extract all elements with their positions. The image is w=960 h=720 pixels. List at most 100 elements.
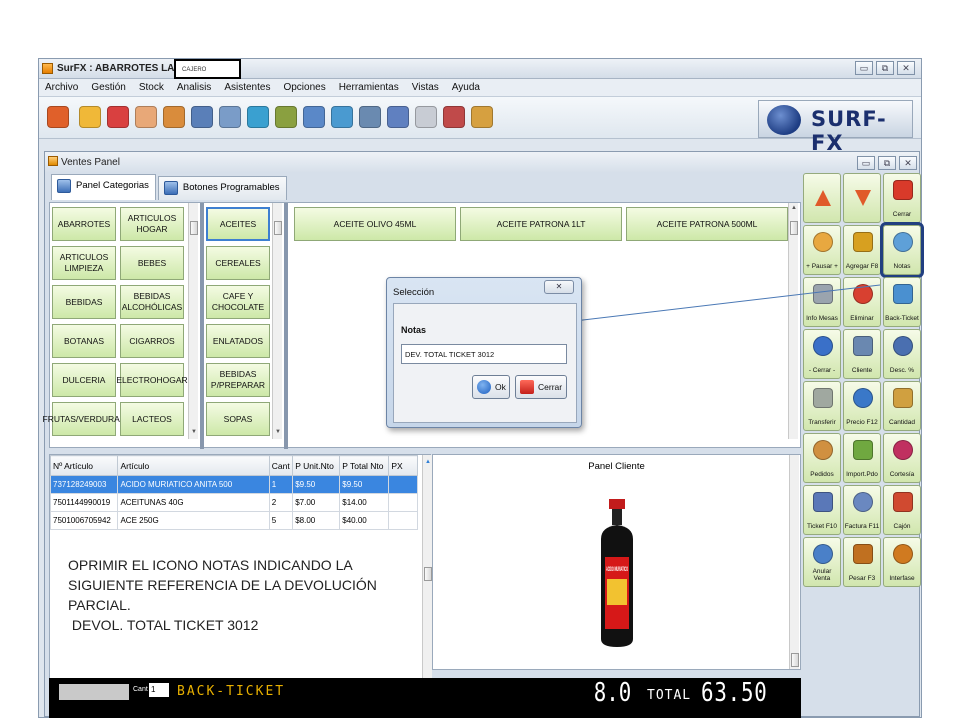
cant-input[interactable]: 1	[149, 683, 169, 697]
product-button[interactable]: ACEITE OLIVO 45ML	[294, 207, 456, 241]
close-window-button[interactable]: ✕	[897, 61, 915, 75]
subcategory-button[interactable]: BEBIDAS P/PREPARAR	[206, 363, 270, 397]
col-p-unit[interactable]: P Unit.Nto	[292, 455, 341, 476]
tab-panel-categorias[interactable]: Panel Categorias	[51, 174, 156, 200]
ventes-minimize-button[interactable]: ▭	[857, 156, 875, 170]
notas-input[interactable]: DEV. TOTAL TICKET 3012	[401, 344, 567, 364]
table-row[interactable]: 7501144990019 ACEITUNAS 40G 2 $7.00 $14.00	[49, 493, 418, 512]
anular-venta-button[interactable]: Anular Venta	[803, 537, 841, 587]
subcategory-button[interactable]: ACEITES	[206, 207, 270, 241]
category-button[interactable]: BEBIDAS ALCOHÓLICAS	[120, 285, 184, 319]
cerrar-button[interactable]: Cerrar	[883, 173, 921, 223]
subcategory-button[interactable]: ENLATADOS	[206, 324, 270, 358]
category-button[interactable]: FRUTAS/VERDURAS	[43, 402, 125, 436]
eliminar-button[interactable]: Eliminar	[843, 277, 881, 327]
cliente-button[interactable]: Cliente	[843, 329, 881, 379]
category-button[interactable]: LACTEOS	[120, 402, 184, 436]
scroll-thumb[interactable]	[790, 221, 798, 235]
ventes-maximize-button[interactable]: ⧉	[878, 156, 896, 170]
menu-vistas[interactable]: Vistas	[406, 79, 446, 96]
table-row[interactable]: 737128249003 ACIDO MURIATICO ANITA 500 1 $9…	[49, 475, 418, 494]
scroll-down-arrow-icon[interactable]: ▼	[274, 429, 282, 435]
transfer-icon[interactable]	[247, 106, 269, 128]
precio-f12-button[interactable]: Precio F12	[843, 381, 881, 431]
cantidad-button[interactable]: Cantidad	[883, 381, 921, 431]
scroll-down-arrow-icon[interactable]: ▼	[190, 429, 198, 435]
ticket-f10-button[interactable]: Ticket F10	[803, 485, 841, 535]
product-button[interactable]: ACEITE PATRONA 500ML	[626, 207, 788, 241]
edit-icon[interactable]	[79, 106, 101, 128]
menu-analisis[interactable]: Analisis	[171, 79, 218, 96]
menu-opciones[interactable]: Opciones	[277, 79, 332, 96]
arrow-down-button[interactable]	[843, 173, 881, 223]
category-button[interactable]: CIGARROS	[120, 324, 184, 358]
pesar-f3-button[interactable]: Pesar F3	[843, 537, 881, 587]
category-button[interactable]: ABARROTES	[52, 207, 116, 241]
menu-stock[interactable]: Stock	[133, 79, 171, 96]
tab-botones-programables[interactable]: Botones Programables	[157, 176, 287, 200]
category-button[interactable]: BEBIDAS	[52, 285, 116, 319]
import-pdo-button[interactable]: Import.Pdo	[843, 433, 881, 483]
calendar-icon[interactable]	[387, 106, 409, 128]
subcategory-button[interactable]: CAFE Y CHOCOLATE	[206, 285, 270, 319]
tools-icon[interactable]	[443, 106, 465, 128]
category-button[interactable]: ELECTROHOGAR	[116, 363, 188, 397]
scroll-up-arrow-icon[interactable]: ▲	[424, 459, 432, 465]
caj-n-button[interactable]: Cajón	[883, 485, 921, 535]
subcategory-button[interactable]: SOPAS	[206, 402, 270, 436]
dialog-close-button[interactable]: ✕	[544, 280, 574, 294]
cerrar-button[interactable]: - Cerrar -	[803, 329, 841, 379]
menu-gestion[interactable]: Gestión	[85, 79, 132, 96]
menu-ayuda[interactable]: Ayuda	[446, 79, 487, 96]
tag-icon[interactable]	[331, 106, 353, 128]
subcategories-scrollbar[interactable]: ▼	[272, 203, 282, 439]
desc-button[interactable]: Desc. %	[883, 329, 921, 379]
subcategory-button[interactable]: CEREALES	[206, 246, 270, 280]
category-button[interactable]: BOTANAS	[52, 324, 116, 358]
product-button[interactable]: ACEITE PATRONA 1LT	[460, 207, 622, 241]
transferir-button[interactable]: Transferir	[803, 381, 841, 431]
col-cant[interactable]: Cant	[268, 455, 294, 476]
bottle-icon[interactable]	[303, 106, 325, 128]
pausar-button[interactable]: + Pausar +	[803, 225, 841, 275]
ok-button[interactable]: Ok	[472, 375, 510, 399]
category-button[interactable]: DULCERIA	[52, 363, 116, 397]
user-icon[interactable]	[135, 106, 157, 128]
calculator-icon[interactable]	[359, 106, 381, 128]
printer-icon[interactable]	[219, 106, 241, 128]
ventes-close-button[interactable]: ✕	[899, 156, 917, 170]
maximize-button[interactable]: ⧉	[876, 61, 894, 75]
scroll-thumb[interactable]	[190, 221, 198, 235]
scroll-up-arrow-icon[interactable]: ▲	[790, 205, 798, 211]
back-ticket-button[interactable]: Back-Ticket	[883, 277, 921, 327]
refresh-icon[interactable]	[275, 106, 297, 128]
scroll-thumb[interactable]	[791, 653, 799, 667]
clock-icon[interactable]	[471, 106, 493, 128]
col-articulo[interactable]: Artículo	[117, 455, 270, 476]
factura-f11-button[interactable]: Factura F11	[843, 485, 881, 535]
notas-button[interactable]: Notas	[880, 222, 924, 278]
scroll-thumb[interactable]	[274, 221, 282, 235]
cookie-icon[interactable]	[163, 106, 185, 128]
col-num-articulo[interactable]: Nº Artículo	[49, 455, 119, 476]
cerrar-button[interactable]: Cerrar	[515, 375, 567, 399]
cashier-field[interactable]: CAJERO	[174, 59, 241, 79]
interfase-button[interactable]: Interfase	[883, 537, 921, 587]
category-button[interactable]: ARTICULOS LIMPIEZA	[52, 246, 116, 280]
cortes-a-button[interactable]: Cortesía	[883, 433, 921, 483]
table-row[interactable]: 7501006705942 ACE 250G 5 $8.00 $40.00	[49, 511, 418, 530]
info-mesas-button[interactable]: Info Mesas	[803, 277, 841, 327]
agregar-f8-button[interactable]: Agregar F8	[843, 225, 881, 275]
minimize-button[interactable]: ▭	[855, 61, 873, 75]
category-button[interactable]: ARTICULOS HOGAR	[120, 207, 184, 241]
clipboard-icon[interactable]	[191, 106, 213, 128]
categories-scrollbar[interactable]: ▼	[188, 203, 198, 439]
col-px[interactable]: PX	[388, 455, 418, 476]
category-button[interactable]: BEBES	[120, 246, 184, 280]
book-icon[interactable]	[107, 106, 129, 128]
col-p-total[interactable]: P Total Nto	[339, 455, 390, 476]
ticket-icon[interactable]	[415, 106, 437, 128]
power-icon[interactable]	[47, 106, 69, 128]
menu-archivo[interactable]: Archivo	[39, 79, 85, 96]
arrow-up-button[interactable]	[803, 173, 841, 223]
